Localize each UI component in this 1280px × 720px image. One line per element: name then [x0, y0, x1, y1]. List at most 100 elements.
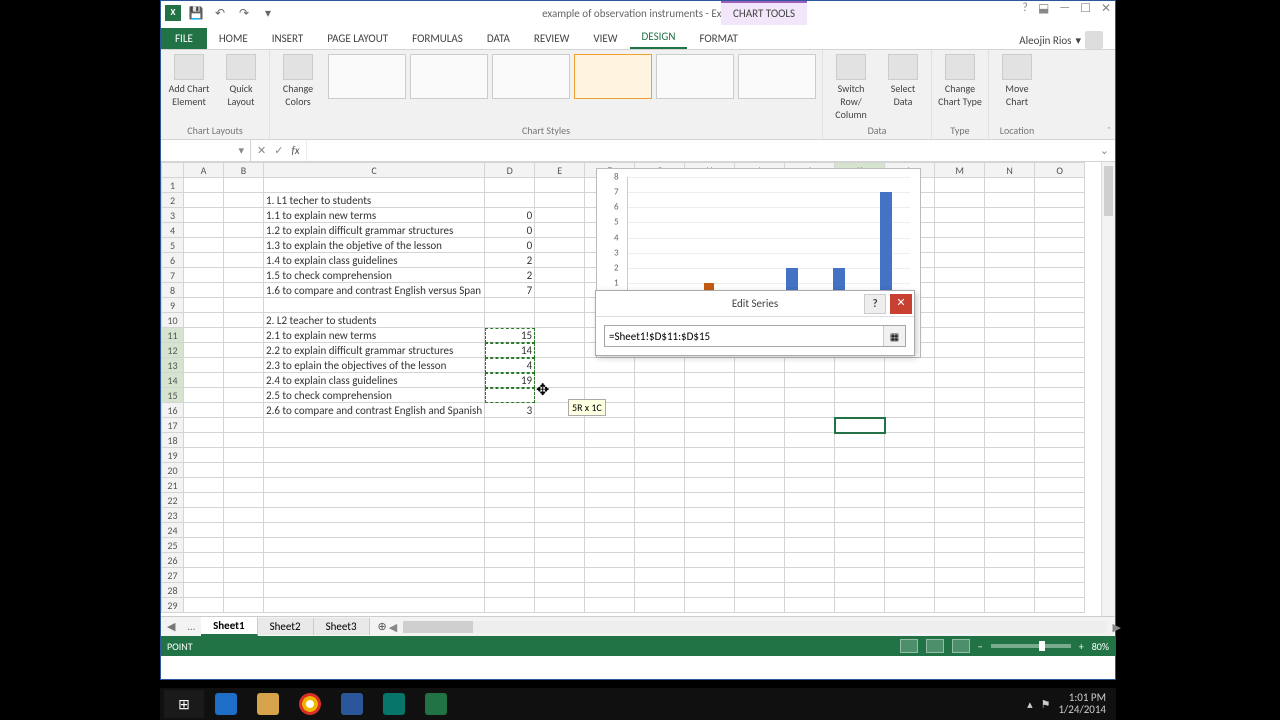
cell-E7[interactable] — [535, 268, 585, 283]
cell-K27[interactable] — [835, 568, 885, 583]
name-box[interactable]: ▾ — [161, 140, 251, 161]
tab-data[interactable]: DATA — [475, 28, 522, 49]
vertical-scrollbar[interactable] — [1101, 162, 1115, 616]
cell-K18[interactable] — [835, 433, 885, 448]
cell-B26[interactable] — [224, 553, 264, 568]
cell-A1[interactable] — [184, 178, 224, 193]
cell-C28[interactable] — [264, 583, 485, 598]
cancel-formula-icon[interactable]: ✕ — [257, 144, 266, 157]
cell-E2[interactable] — [535, 193, 585, 208]
cell-J24[interactable] — [785, 523, 835, 538]
taskbar-excel[interactable] — [416, 690, 456, 718]
cell-N6[interactable] — [985, 253, 1035, 268]
cell-F14[interactable] — [585, 373, 635, 388]
cell-M11[interactable] — [935, 328, 985, 343]
cell-O1[interactable] — [1035, 178, 1085, 193]
cell-O21[interactable] — [1035, 478, 1085, 493]
cell-M2[interactable] — [935, 193, 985, 208]
cell-M4[interactable] — [935, 223, 985, 238]
cell-B21[interactable] — [224, 478, 264, 493]
cell-B13[interactable] — [224, 358, 264, 373]
move-chart-button[interactable]: Move Chart — [995, 54, 1039, 108]
cell-F20[interactable] — [585, 463, 635, 478]
cell-M25[interactable] — [935, 538, 985, 553]
cell-B22[interactable] — [224, 493, 264, 508]
cell-N4[interactable] — [985, 223, 1035, 238]
cell-C13[interactable]: 2.3 to eplain the objectives of the less… — [264, 358, 485, 373]
cell-O24[interactable] — [1035, 523, 1085, 538]
quick-layout-button[interactable]: Quick Layout — [219, 54, 263, 108]
zoom-out-icon[interactable]: − — [978, 640, 983, 653]
maximize-icon[interactable]: ☐ — [1080, 1, 1091, 16]
cell-D12[interactable]: 14 — [485, 343, 535, 358]
cell-H23[interactable] — [685, 508, 735, 523]
cell-E4[interactable] — [535, 223, 585, 238]
cell-C26[interactable] — [264, 553, 485, 568]
cell-J29[interactable] — [785, 598, 835, 613]
cell-J16[interactable] — [785, 403, 835, 418]
cell-B9[interactable] — [224, 298, 264, 313]
row-header-29[interactable]: 29 — [162, 598, 184, 613]
cell-G15[interactable] — [635, 388, 685, 403]
row-header-10[interactable]: 10 — [162, 313, 184, 328]
taskbar-ie[interactable] — [206, 690, 246, 718]
cell-K25[interactable] — [835, 538, 885, 553]
tab-insert[interactable]: INSERT — [260, 28, 316, 49]
cell-M3[interactable] — [935, 208, 985, 223]
cell-N21[interactable] — [985, 478, 1035, 493]
cell-B6[interactable] — [224, 253, 264, 268]
cell-M26[interactable] — [935, 553, 985, 568]
cell-L13[interactable] — [885, 358, 935, 373]
cell-N13[interactable] — [985, 358, 1035, 373]
cell-G17[interactable] — [635, 418, 685, 433]
cell-B1[interactable] — [224, 178, 264, 193]
cell-M22[interactable] — [935, 493, 985, 508]
cell-A10[interactable] — [184, 313, 224, 328]
cell-N29[interactable] — [985, 598, 1035, 613]
cell-M27[interactable] — [935, 568, 985, 583]
cell-M10[interactable] — [935, 313, 985, 328]
range-picker-icon[interactable]: ▦ — [883, 326, 905, 346]
taskbar-date[interactable]: 1/24/2014 — [1058, 704, 1106, 716]
cell-H17[interactable] — [685, 418, 735, 433]
cell-G20[interactable] — [635, 463, 685, 478]
cell-E10[interactable] — [535, 313, 585, 328]
cell-C3[interactable]: 1.1 to explain new terms — [264, 208, 485, 223]
cell-M20[interactable] — [935, 463, 985, 478]
chart-style-5[interactable] — [656, 54, 734, 99]
cell-O23[interactable] — [1035, 508, 1085, 523]
cell-J25[interactable] — [785, 538, 835, 553]
cell-B20[interactable] — [224, 463, 264, 478]
cell-E27[interactable] — [535, 568, 585, 583]
taskbar-word[interactable] — [332, 690, 372, 718]
cell-D9[interactable] — [485, 298, 535, 313]
row-header-12[interactable]: 12 — [162, 343, 184, 358]
cell-E24[interactable] — [535, 523, 585, 538]
cell-L23[interactable] — [885, 508, 935, 523]
row-header-15[interactable]: 15 — [162, 388, 184, 403]
cell-I20[interactable] — [735, 463, 785, 478]
cell-A26[interactable] — [184, 553, 224, 568]
cell-D14[interactable]: 19 — [485, 373, 535, 388]
row-header-16[interactable]: 16 — [162, 403, 184, 418]
cell-B24[interactable] — [224, 523, 264, 538]
cell-H22[interactable] — [685, 493, 735, 508]
cell-N2[interactable] — [985, 193, 1035, 208]
cell-A27[interactable] — [184, 568, 224, 583]
horizontal-scrollbar[interactable]: ◀▶ — [403, 621, 1107, 633]
cell-I18[interactable] — [735, 433, 785, 448]
cell-O7[interactable] — [1035, 268, 1085, 283]
cell-A28[interactable] — [184, 583, 224, 598]
cell-E11[interactable] — [535, 328, 585, 343]
select-data-button[interactable]: Select Data — [881, 54, 925, 108]
column-header-O[interactable]: O — [1035, 163, 1085, 178]
row-header-3[interactable]: 3 — [162, 208, 184, 223]
tab-design[interactable]: DESIGN — [630, 26, 688, 49]
cell-J23[interactable] — [785, 508, 835, 523]
chart-style-6[interactable] — [738, 54, 816, 99]
cell-D24[interactable] — [485, 523, 535, 538]
cell-A9[interactable] — [184, 298, 224, 313]
cell-O11[interactable] — [1035, 328, 1085, 343]
cell-E19[interactable] — [535, 448, 585, 463]
cell-K29[interactable] — [835, 598, 885, 613]
